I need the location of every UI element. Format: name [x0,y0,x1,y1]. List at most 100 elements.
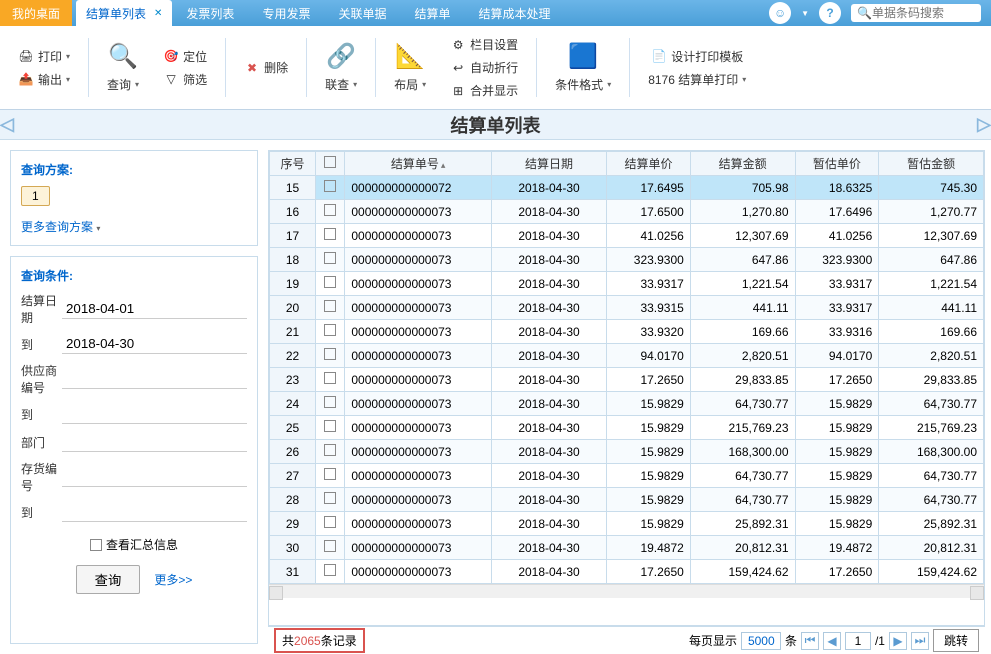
cell-check[interactable] [316,464,345,488]
next-page-button[interactable]: ▶ [889,632,907,650]
table-row[interactable]: 180000000000000732018-04-30323.9300647.8… [270,248,984,272]
col-a1[interactable]: 结算金额 [690,152,795,176]
condfmt-icon[interactable]: 🟦 [567,40,599,72]
table-row[interactable]: 200000000000000732018-04-3033.9315441.11… [270,296,984,320]
col-a2[interactable]: 暂估金额 [879,152,984,176]
cell-check[interactable] [316,560,345,584]
checkbox-icon[interactable] [324,228,336,240]
tab-link-0[interactable]: 发票列表 [172,5,248,22]
supplier-from-input[interactable] [62,369,247,389]
cell-check[interactable] [316,224,345,248]
merge-button[interactable]: ⊞合并显示 [446,80,522,101]
cell-check[interactable] [316,248,345,272]
table-row[interactable]: 210000000000000732018-04-3033.9320169.66… [270,320,984,344]
checkbox-icon[interactable] [324,300,336,312]
checkbox-icon[interactable] [324,204,336,216]
checkbox-icon[interactable] [324,492,336,504]
output-button[interactable]: 📤输出▾ [14,69,74,90]
table-row[interactable]: 260000000000000732018-04-3015.9829168,30… [270,440,984,464]
table-row[interactable]: 230000000000000732018-04-3017.265029,833… [270,368,984,392]
chevron-down-icon[interactable]: ▼ [801,9,809,18]
jump-button[interactable]: 跳转 [933,629,979,652]
cell-check[interactable] [316,200,345,224]
tab-link-3[interactable]: 结算单 [400,5,464,22]
table-row[interactable]: 300000000000000732018-04-3019.487220,812… [270,536,984,560]
dept-input[interactable] [62,432,247,452]
designtpl-button[interactable]: 📄设计打印模板 [647,46,747,67]
cell-check[interactable] [316,416,345,440]
help-icon[interactable]: ? [819,2,841,24]
checkbox-icon[interactable] [324,396,336,408]
more-scheme-link[interactable]: 更多查询方案 ▾ [21,218,100,235]
condfmt-button[interactable]: 条件格式 ▾ [551,74,615,95]
query-icon[interactable]: 🔍 [107,40,139,72]
cell-check[interactable] [316,368,345,392]
col-seq[interactable]: 序号 [270,152,316,176]
checkbox-icon[interactable] [324,252,336,264]
stock-from-input[interactable] [62,467,247,487]
checkbox-icon[interactable] [324,540,336,552]
prev-page-button[interactable]: ◀ [823,632,841,650]
date-to-input[interactable] [62,334,247,354]
table-row[interactable]: 270000000000000732018-04-3015.982964,730… [270,464,984,488]
scroll-left-icon[interactable]: ◁ [0,110,14,140]
col-check[interactable] [316,152,345,176]
autowrap-button[interactable]: ↩自动折行 [446,57,522,78]
table-row[interactable]: 290000000000000732018-04-3015.982925,892… [270,512,984,536]
cell-check[interactable] [316,512,345,536]
locate-button[interactable]: 🎯定位 [159,46,211,67]
table-row[interactable]: 240000000000000732018-04-3015.982964,730… [270,392,984,416]
checkbox-icon[interactable] [324,564,336,576]
cell-check[interactable] [316,272,345,296]
col-no[interactable]: 结算单号▴ [345,152,492,176]
cell-check[interactable] [316,320,345,344]
layout-icon[interactable]: 📐 [394,40,426,72]
tab-link-1[interactable]: 专用发票 [248,5,324,22]
filter-button[interactable]: ▽筛选 [159,69,211,90]
layout-button[interactable]: 布局 ▾ [390,74,430,95]
last-page-button[interactable]: ⏭ [911,632,929,650]
cell-check[interactable] [316,344,345,368]
colset-button[interactable]: ⚙栏目设置 [446,34,522,55]
search-box[interactable]: 🔍 [851,4,981,22]
cell-check[interactable] [316,176,345,200]
search-input[interactable] [872,6,972,20]
table-row[interactable]: 190000000000000732018-04-3033.93171,221.… [270,272,984,296]
tab-link-2[interactable]: 关联单据 [324,5,400,22]
tab-desktop[interactable]: 我的桌面 [0,0,72,26]
col-date[interactable]: 结算日期 [491,152,606,176]
cell-check[interactable] [316,296,345,320]
table-row[interactable]: 150000000000000722018-04-3017.6495705.98… [270,176,984,200]
table-row[interactable]: 160000000000000732018-04-3017.65001,270.… [270,200,984,224]
first-page-button[interactable]: ⏮ [801,632,819,650]
more-link[interactable]: 更多>> [154,571,192,588]
checkbox-icon[interactable] [324,180,336,192]
scroll-right-icon[interactable]: ▷ [977,110,991,140]
summary-checkbox[interactable] [90,539,102,551]
liancha-button[interactable]: 联查 ▾ [321,74,361,95]
checkbox-icon[interactable] [324,348,336,360]
table-row[interactable]: 220000000000000732018-04-3094.01702,820.… [270,344,984,368]
page-input[interactable]: 1 [845,632,871,650]
checkbox-icon[interactable] [324,156,336,168]
tab-active[interactable]: 结算单列表 ✕ [76,0,172,26]
checkbox-icon[interactable] [324,420,336,432]
perpage-input[interactable]: 5000 [741,632,781,650]
checkbox-icon[interactable] [324,516,336,528]
checkbox-icon[interactable] [324,324,336,336]
cell-check[interactable] [316,536,345,560]
print-button[interactable]: 🖨打印▾ [14,46,74,67]
delete-button[interactable]: ✖删除 [240,57,292,78]
tab-link-4[interactable]: 结算成本处理 [464,5,564,22]
scheme-number[interactable]: 1 [21,186,50,206]
stock-to-input[interactable] [62,502,247,522]
settleprint-button[interactable]: 8176 结算单打印▾ [644,69,750,90]
date-from-input[interactable] [62,299,247,319]
table-row[interactable]: 280000000000000732018-04-3015.982964,730… [270,488,984,512]
checkbox-icon[interactable] [324,444,336,456]
horizontal-scrollbar[interactable] [269,584,984,598]
query-button[interactable]: 查询 ▾ [103,74,143,95]
col-p2[interactable]: 暂估单价 [795,152,879,176]
checkbox-icon[interactable] [324,372,336,384]
close-icon[interactable]: ✕ [154,8,162,19]
